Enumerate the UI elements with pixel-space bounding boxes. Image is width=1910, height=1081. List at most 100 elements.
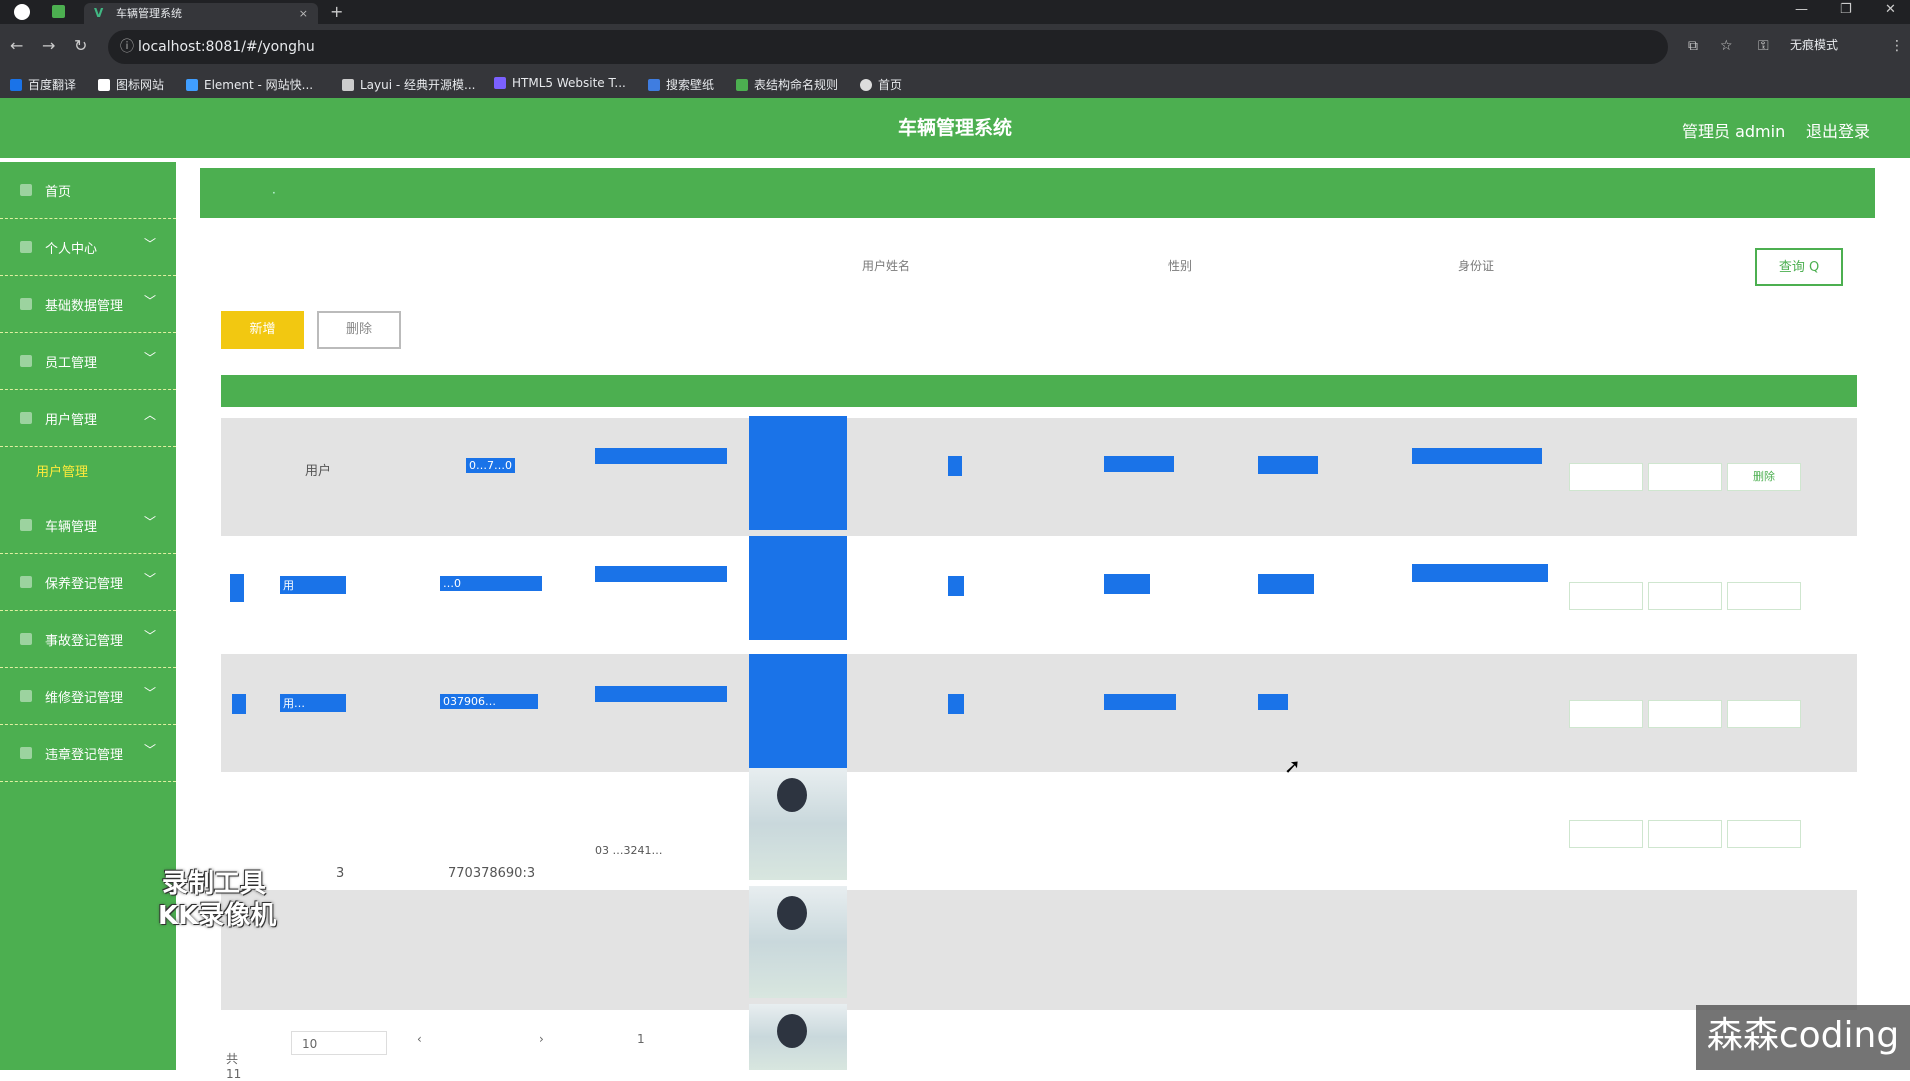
- accident-icon: [20, 633, 32, 645]
- cell-name-selected: 用: [280, 576, 346, 594]
- cell-name: 3: [336, 866, 345, 881]
- chevron-down-icon: ﹀: [144, 686, 157, 700]
- restore-icon[interactable]: ❐: [1840, 2, 1852, 17]
- view-button[interactable]: [1569, 582, 1643, 610]
- url-field[interactable]: ⓘ localhost:8081/#/yonghu: [108, 30, 1668, 64]
- reload-icon[interactable]: ↻: [74, 36, 87, 55]
- sidebar-subitem-users[interactable]: 用户管理: [0, 447, 176, 487]
- mouse-cursor-icon: ➚: [1284, 754, 1301, 778]
- translate-icon[interactable]: ⧉: [1688, 38, 1698, 54]
- bookmarks-bar: 百度翻译 图标网站 Element - 网站快... Layui - 经典开源模…: [0, 70, 1910, 99]
- menu-icon[interactable]: ⋮: [1890, 38, 1904, 54]
- chevron-up-icon: ︿: [144, 408, 157, 422]
- page-size-select[interactable]: 10: [291, 1031, 387, 1055]
- staff-icon: [20, 355, 32, 367]
- data-icon: [20, 298, 32, 310]
- view-button[interactable]: [1569, 700, 1643, 728]
- sidebar-item-basic-data[interactable]: 基础数据管理 ﹀: [0, 276, 176, 333]
- sidebar-item-home[interactable]: 首页: [0, 162, 176, 219]
- view-button[interactable]: [1569, 820, 1643, 848]
- cell-selection: [1258, 456, 1318, 474]
- chevron-down-icon: ﹀: [144, 629, 157, 643]
- tab-title: 车辆管理系统: [116, 7, 182, 20]
- search-button[interactable]: 查询 Q: [1755, 248, 1843, 286]
- view-button[interactable]: [1569, 463, 1643, 491]
- logout-link[interactable]: 退出登录: [1806, 118, 1870, 142]
- cell-name: 用户: [305, 464, 332, 479]
- prev-page-button[interactable]: ‹: [417, 1032, 422, 1046]
- edit-button[interactable]: [1648, 700, 1722, 728]
- bookmark-item[interactable]: 表结构命名规则: [736, 76, 838, 93]
- bookmark-item[interactable]: 首页: [860, 76, 902, 93]
- user-photo: [749, 416, 847, 530]
- sidebar-item-accidents[interactable]: 事故登记管理 ﹀: [0, 611, 176, 668]
- sidebar-item-users[interactable]: 用户管理 ︿: [0, 390, 176, 447]
- breadcrumb: ·: [200, 168, 1875, 218]
- user-photo: [749, 1004, 847, 1070]
- address-bar-row: ← → ↻ ⓘ localhost:8081/#/yonghu ⧉ ☆ ⚿ 无痕…: [0, 24, 1910, 70]
- bookmark-star-icon[interactable]: ☆: [1720, 38, 1733, 54]
- maintenance-icon: [20, 576, 32, 588]
- sidebar: 首页 个人中心 ﹀ 基础数据管理 ﹀ 员工管理 ﹀ 用户管理 ︿ 用户管理 车辆管理 ﹀ …: [0, 162, 176, 1070]
- pinned-tab-icon[interactable]: [52, 5, 65, 18]
- cell-selection: [595, 448, 727, 464]
- new-tab-button[interactable]: +: [330, 2, 343, 21]
- bookmark-item[interactable]: Element - 网站快...: [186, 76, 313, 93]
- sidebar-item-vehicles[interactable]: 车辆管理 ﹀: [0, 497, 176, 554]
- tab-vehicle-system[interactable]: V 车辆管理系统 ×: [84, 3, 318, 24]
- edit-button[interactable]: [1648, 463, 1722, 491]
- cell-selection: [1104, 574, 1150, 594]
- brand-watermark: 森森coding: [1696, 1005, 1910, 1070]
- cell-selection: [1412, 564, 1548, 582]
- table-header: [221, 375, 1857, 407]
- table-row: [221, 890, 1857, 1010]
- sidebar-item-violations[interactable]: 违章登记管理 ﹀: [0, 725, 176, 782]
- bookmark-item[interactable]: Layui - 经典开源模...: [342, 76, 475, 93]
- user-photo: [749, 768, 847, 880]
- sidebar-item-maintenance[interactable]: 保养登记管理 ﹀: [0, 554, 176, 611]
- edit-button[interactable]: [1648, 820, 1722, 848]
- info-icon[interactable]: ⓘ: [120, 30, 134, 64]
- filter-label-gender: 性别: [1168, 259, 1193, 273]
- cell-selection: [230, 574, 244, 602]
- edit-button[interactable]: [1648, 582, 1722, 610]
- browser-tab-bar: V 车辆管理系统 × + — ❐ ✕: [0, 0, 1910, 24]
- repair-icon: [20, 690, 32, 702]
- next-page-button[interactable]: ›: [539, 1032, 544, 1046]
- bookmark-item[interactable]: HTML5 Website T...: [494, 76, 626, 90]
- sidebar-item-profile[interactable]: 个人中心 ﹀: [0, 219, 176, 276]
- delete-row-button[interactable]: [1727, 700, 1801, 728]
- key-icon[interactable]: ⚿: [1758, 38, 1769, 54]
- sidebar-item-repairs[interactable]: 维修登记管理 ﹀: [0, 668, 176, 725]
- cell-selection: [595, 686, 727, 702]
- close-window-icon[interactable]: ✕: [1885, 2, 1896, 17]
- forward-icon[interactable]: →: [42, 36, 55, 55]
- cell-selection: [1258, 694, 1288, 710]
- sidebar-item-staff[interactable]: 员工管理 ﹀: [0, 333, 176, 390]
- cell-selection: [1258, 574, 1314, 594]
- delete-row-button[interactable]: [1727, 820, 1801, 848]
- delete-row-button[interactable]: 删除: [1727, 463, 1801, 491]
- back-icon[interactable]: ←: [10, 36, 23, 55]
- cell-selection: [948, 694, 964, 714]
- incognito-label[interactable]: 无痕模式: [1790, 36, 1838, 53]
- delete-row-button[interactable]: [1727, 582, 1801, 610]
- bookmark-item[interactable]: 百度翻译: [10, 76, 76, 93]
- delete-button[interactable]: 删除: [317, 311, 401, 349]
- add-button[interactable]: 新增: [221, 311, 304, 349]
- cell-selection: [948, 576, 964, 596]
- filter-label-username: 用户姓名: [862, 259, 911, 273]
- cell-selection: [1104, 694, 1176, 710]
- cell-phone-selected: 0…7…0: [466, 458, 515, 473]
- user-icon: [20, 241, 32, 253]
- car-icon: [20, 519, 32, 531]
- minimize-icon[interactable]: —: [1795, 2, 1808, 17]
- bookmark-item[interactable]: 图标网站: [98, 76, 164, 93]
- page-number[interactable]: 1: [637, 1032, 645, 1046]
- cell-idcard: 03 …3241…: [595, 844, 663, 857]
- cell-name-selected: 用…: [280, 694, 346, 712]
- cell-selection: [1412, 448, 1542, 464]
- bookmark-item[interactable]: 搜索壁纸: [648, 76, 714, 93]
- close-tab-icon[interactable]: ×: [299, 3, 308, 24]
- cell-selection: [948, 456, 962, 476]
